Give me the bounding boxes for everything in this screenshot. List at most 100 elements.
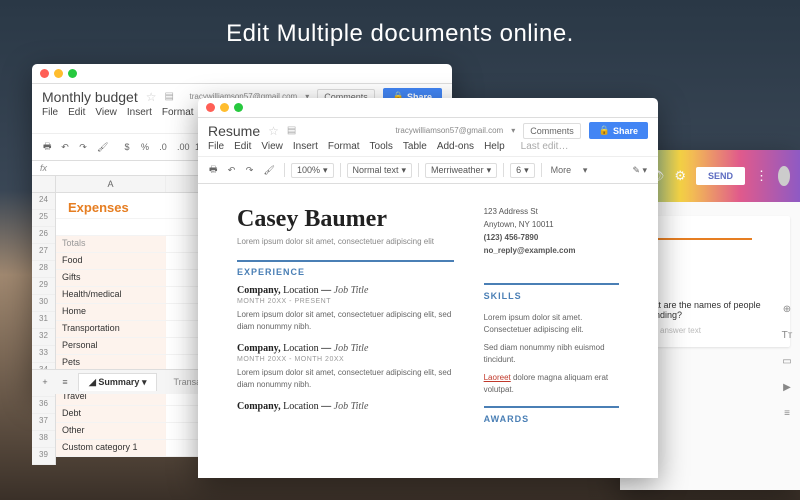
menu-file[interactable]: File: [208, 141, 224, 152]
row-number[interactable]: 32: [32, 329, 55, 346]
font-select[interactable]: Merriweather▾: [425, 163, 497, 178]
row-number[interactable]: 39: [32, 448, 55, 465]
minimize-icon[interactable]: [220, 103, 229, 112]
zoom-icon[interactable]: [68, 69, 77, 78]
print-icon[interactable]: 🖶: [40, 137, 54, 157]
cell-label[interactable]: Custom category 1: [56, 440, 166, 456]
row-number[interactable]: 30: [32, 295, 55, 312]
last-edit-label: Last edit…: [521, 141, 569, 152]
menu-tools[interactable]: Tools: [370, 141, 393, 152]
doc-title[interactable]: Monthly budget: [42, 89, 138, 105]
avatar[interactable]: [778, 166, 790, 186]
redo-icon[interactable]: ↷: [76, 140, 90, 155]
row-number[interactable]: 31: [32, 312, 55, 329]
cell-label[interactable]: Personal: [56, 338, 166, 354]
video-icon[interactable]: ▶: [778, 378, 796, 396]
docs-menubar: File Edit View Insert Format Tools Table…: [198, 141, 658, 156]
forms-toolbar: ⊕ Tᴛ ▭ ▶ ≡: [778, 300, 796, 422]
send-button[interactable]: SEND: [696, 167, 745, 185]
titlebar: [32, 64, 452, 84]
menu-format[interactable]: Format: [162, 107, 194, 129]
doc-title[interactable]: Resume: [208, 123, 260, 139]
close-icon[interactable]: [206, 103, 215, 112]
row-number[interactable]: 29: [32, 278, 55, 295]
contact-street: 123 Address St: [484, 206, 619, 218]
cell-label[interactable]: Home: [56, 304, 166, 320]
row-number[interactable]: 25: [32, 210, 55, 227]
font-size-select[interactable]: 6▾: [510, 163, 535, 178]
menu-view[interactable]: View: [95, 107, 117, 129]
sheet-tab-active[interactable]: ◢ Summary ▾: [78, 373, 157, 391]
row-number[interactable]: 37: [32, 414, 55, 431]
close-icon[interactable]: [40, 69, 49, 78]
inc-decimals-icon[interactable]: .00: [174, 140, 188, 154]
menu-help[interactable]: Help: [484, 141, 505, 152]
menu-format[interactable]: Format: [328, 141, 360, 152]
doc-page: Casey Baumer Lorem ipsum dolor sit amet,…: [213, 190, 643, 450]
col-header[interactable]: A: [56, 176, 166, 192]
text-icon[interactable]: Tᴛ: [778, 326, 796, 344]
job-entry: Company, Location — Job Title: [237, 401, 454, 412]
chevron-down-icon[interactable]: ▾: [578, 163, 592, 178]
more-label[interactable]: More: [548, 163, 575, 177]
image-icon[interactable]: ▭: [778, 352, 796, 370]
star-icon[interactable]: ☆: [146, 90, 157, 104]
edit-mode-icon[interactable]: ✎ ▾: [629, 163, 650, 178]
row-numbers: 24252627282930313233343536373839: [32, 193, 56, 465]
add-icon[interactable]: ⊕: [778, 300, 796, 318]
skills-header: SKILLS: [484, 283, 619, 304]
row-number[interactable]: 28: [32, 261, 55, 278]
share-button[interactable]: 🔒Share: [589, 122, 648, 139]
cell-label[interactable]: Health/medical: [56, 287, 166, 303]
menu-table[interactable]: Table: [403, 141, 427, 152]
cell-label[interactable]: Food: [56, 253, 166, 269]
menu-edit[interactable]: Edit: [68, 107, 85, 129]
account-email[interactable]: tracywilliamson57@gmail.com: [396, 126, 504, 135]
comments-button[interactable]: Comments: [523, 123, 581, 139]
dec-decimals-icon[interactable]: .0: [156, 140, 170, 154]
paint-icon[interactable]: 🖌: [261, 163, 278, 178]
row-number[interactable]: 27: [32, 244, 55, 261]
menu-insert[interactable]: Insert: [127, 107, 152, 129]
currency-icon[interactable]: $: [120, 140, 134, 154]
menu-view[interactable]: View: [261, 141, 283, 152]
redo-icon[interactable]: ↷: [243, 163, 257, 178]
zoom-icon[interactable]: [234, 103, 243, 112]
contact-phone: (123) 456-7890: [484, 232, 619, 244]
all-sheets-icon[interactable]: ≡: [58, 375, 72, 389]
menu-edit[interactable]: Edit: [234, 141, 251, 152]
paint-icon[interactable]: 🖌: [94, 140, 108, 155]
forms-question[interactable]: What are the names of people attending?: [640, 300, 780, 320]
account-dropdown-icon[interactable]: ▾: [511, 126, 515, 135]
folder-icon[interactable]: ▤: [165, 91, 174, 102]
menu-addons[interactable]: Add-ons: [437, 141, 474, 152]
percent-icon[interactable]: %: [138, 140, 152, 154]
row-number[interactable]: 36: [32, 397, 55, 414]
minimize-icon[interactable]: [54, 69, 63, 78]
more-vert-icon[interactable]: ⋮: [755, 168, 768, 184]
undo-icon[interactable]: ↶: [225, 163, 239, 178]
zoom-select[interactable]: 100%▾: [291, 163, 334, 178]
folder-icon[interactable]: ▤: [287, 125, 296, 136]
skills-link[interactable]: Laoreet: [484, 373, 511, 382]
star-icon[interactable]: ☆: [268, 124, 279, 138]
skills-text: Laoreet dolore magna aliquam erat volutp…: [484, 372, 619, 396]
forms-answer-placeholder[interactable]: Long answer text: [640, 326, 780, 335]
print-icon[interactable]: 🖶: [206, 160, 221, 180]
row-number[interactable]: 38: [32, 431, 55, 448]
menu-insert[interactable]: Insert: [293, 141, 318, 152]
row-number[interactable]: 33: [32, 346, 55, 363]
cell-label[interactable]: Other: [56, 423, 166, 439]
cell-label[interactable]: Gifts: [56, 270, 166, 286]
row-number[interactable]: 26: [32, 227, 55, 244]
row-number[interactable]: 24: [32, 193, 55, 210]
style-select[interactable]: Normal text▾: [347, 163, 413, 178]
cell-label[interactable]: Debt: [56, 406, 166, 422]
add-sheet-icon[interactable]: +: [38, 375, 52, 389]
gear-icon[interactable]: ⚙: [674, 168, 686, 184]
undo-icon[interactable]: ↶: [58, 140, 72, 155]
cell-label[interactable]: Transportation: [56, 321, 166, 337]
section-title: Expenses: [62, 195, 160, 220]
menu-file[interactable]: File: [42, 107, 58, 129]
section-icon[interactable]: ≡: [778, 404, 796, 422]
